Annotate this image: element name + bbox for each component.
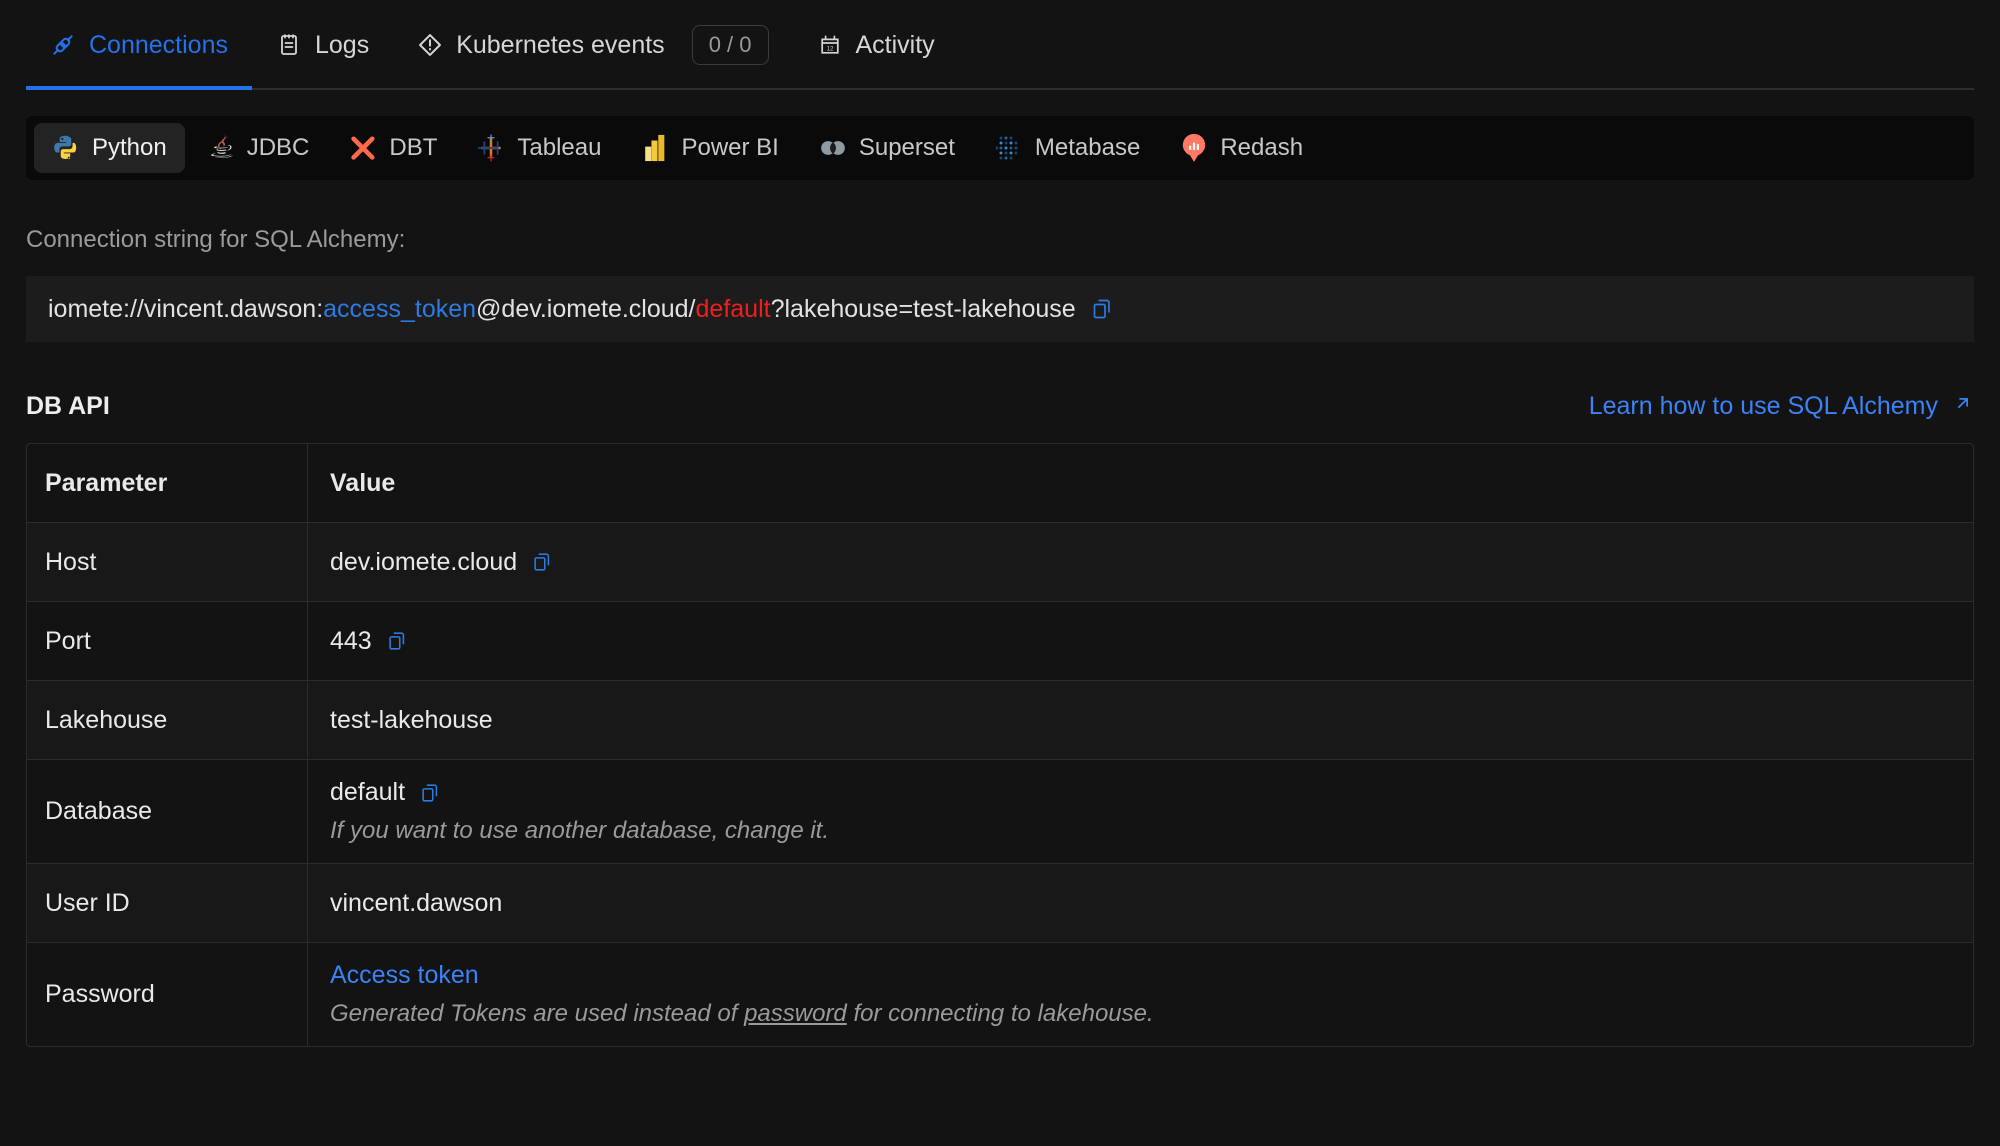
- integration-tab-python[interactable]: Python: [34, 123, 185, 173]
- tab-activity[interactable]: 12 Activity: [793, 0, 959, 90]
- row-label-host: Host: [27, 523, 308, 601]
- integration-tab-redash[interactable]: Redash: [1162, 123, 1321, 173]
- integration-tab-strip: Python JDBC DBT Tableau Power BI Superse…: [26, 116, 1974, 180]
- db-api-section-header: DB API Learn how to use SQL Alchemy: [26, 392, 1974, 421]
- logs-notebook-icon: [276, 32, 302, 58]
- powerbi-icon: [641, 134, 669, 162]
- tab-connections[interactable]: Connections: [26, 0, 252, 90]
- connection-string-database: default: [695, 294, 771, 323]
- row-value-password: Access token Generated Tokens are used i…: [308, 943, 1973, 1046]
- integration-tab-redash-label: Redash: [1220, 134, 1304, 161]
- tab-connections-label: Connections: [89, 30, 228, 59]
- access-token-link[interactable]: Access token: [330, 961, 479, 990]
- integration-tab-tableau-label: Tableau: [517, 134, 602, 161]
- svg-text:12: 12: [826, 45, 834, 52]
- integration-tab-metabase-label: Metabase: [1034, 134, 1141, 161]
- table-row: Lakehouse test-lakehouse: [27, 681, 1973, 760]
- tab-logs-label: Logs: [314, 30, 370, 59]
- row-label-port: Port: [27, 602, 308, 680]
- tab-kubernetes-events-label: Kubernetes events: [456, 30, 665, 59]
- kubernetes-events-badge: 0 / 0: [691, 25, 769, 65]
- java-icon: [207, 134, 235, 162]
- connection-string-prefix: iomete://vincent.dawson:: [48, 294, 324, 323]
- copy-icon[interactable]: [419, 782, 441, 804]
- host-value: dev.iomete.cloud: [330, 547, 518, 576]
- lakehouse-value: test-lakehouse: [330, 705, 493, 734]
- integration-tab-dbt[interactable]: DBT: [331, 123, 455, 173]
- integration-tab-python-label: Python: [92, 134, 167, 161]
- connections-plug-icon: [50, 32, 76, 58]
- table-row: Host dev.iomete.cloud: [27, 523, 1973, 602]
- copy-icon[interactable]: [1090, 297, 1114, 321]
- table-row: Port 443: [27, 602, 1973, 681]
- kubernetes-alert-icon: [417, 32, 443, 58]
- integration-tab-tableau[interactable]: Tableau: [459, 123, 619, 173]
- database-hint: If you want to use another database, cha…: [330, 817, 830, 844]
- user-id-value: vincent.dawson: [330, 888, 503, 917]
- table-row: Password Access token Generated Tokens a…: [27, 943, 1973, 1046]
- integration-tab-dbt-label: DBT: [389, 134, 438, 161]
- tab-bar: Connections Logs Kubernetes events 0 / 0: [0, 0, 2000, 90]
- redash-icon: [1180, 133, 1208, 162]
- port-value: 443: [330, 626, 372, 655]
- copy-icon[interactable]: [386, 630, 408, 652]
- integration-tab-jdbc[interactable]: JDBC: [189, 123, 328, 173]
- column-header-parameter: Parameter: [27, 444, 308, 522]
- metabase-icon: [995, 134, 1023, 162]
- integration-tab-superset[interactable]: Superset: [801, 123, 973, 173]
- connection-string-label: Connection string for SQL Alchemy:: [26, 226, 406, 253]
- active-tab-underline: [26, 86, 252, 90]
- integration-tab-metabase[interactable]: Metabase: [977, 123, 1158, 173]
- table-row: Database default If you want to use anot…: [27, 760, 1973, 864]
- password-hint-post: for connecting to lakehouse.: [846, 1000, 1154, 1027]
- integration-tab-powerbi[interactable]: Power BI: [623, 123, 796, 173]
- tableau-icon: [477, 134, 505, 162]
- tab-kubernetes-events[interactable]: Kubernetes events 0 / 0: [393, 0, 792, 90]
- connection-string-suffix: ?lakehouse=test-lakehouse: [770, 294, 1076, 323]
- python-icon: [52, 134, 80, 162]
- row-label-user-id: User ID: [27, 864, 308, 942]
- superset-icon: [819, 134, 847, 162]
- row-label-lakehouse: Lakehouse: [27, 681, 308, 759]
- page-title: DB API: [26, 392, 110, 420]
- row-label-database: Database: [27, 760, 308, 863]
- copy-icon[interactable]: [531, 551, 553, 573]
- table-row: User ID vincent.dawson: [27, 864, 1973, 943]
- row-value-database: default If you want to use another datab…: [308, 760, 1973, 863]
- table-header-row: Parameter Value: [27, 444, 1973, 523]
- column-header-value: Value: [330, 468, 396, 497]
- row-value-lakehouse: test-lakehouse: [308, 681, 1973, 759]
- integration-tab-jdbc-label: JDBC: [246, 134, 310, 161]
- connection-string-middle: @dev.iomete.cloud/: [476, 294, 696, 323]
- dbt-icon: [349, 134, 377, 162]
- learn-sql-alchemy-link[interactable]: Learn how to use SQL Alchemy: [1589, 392, 1974, 421]
- row-value-host: dev.iomete.cloud: [308, 523, 1973, 601]
- password-hint-underlined: password: [744, 1000, 847, 1027]
- tab-logs[interactable]: Logs: [252, 0, 393, 90]
- row-value-user-id: vincent.dawson: [308, 864, 1973, 942]
- learn-sql-alchemy-link-label: Learn how to use SQL Alchemy: [1588, 392, 1938, 420]
- connection-string-box: iomete://vincent.dawson: access_token @dev…: [26, 276, 1974, 342]
- row-value-port: 443: [308, 602, 1973, 680]
- database-value: default: [330, 778, 406, 806]
- password-hint-pre: Generated Tokens are used instead of: [330, 1000, 745, 1027]
- connection-string-token: access_token: [323, 294, 477, 323]
- activity-calendar-icon: 12: [817, 32, 843, 58]
- row-label-password: Password: [27, 943, 308, 1046]
- integration-tab-superset-label: Superset: [858, 134, 955, 161]
- tab-activity-label: Activity: [855, 30, 935, 59]
- external-link-arrow-icon: [1952, 392, 1974, 421]
- password-hint: Generated Tokens are used instead of pas…: [330, 1000, 1951, 1028]
- db-api-table: Parameter Value Host dev.iomete.cloud Po…: [26, 443, 1974, 1047]
- integration-tab-powerbi-label: Power BI: [681, 134, 779, 161]
